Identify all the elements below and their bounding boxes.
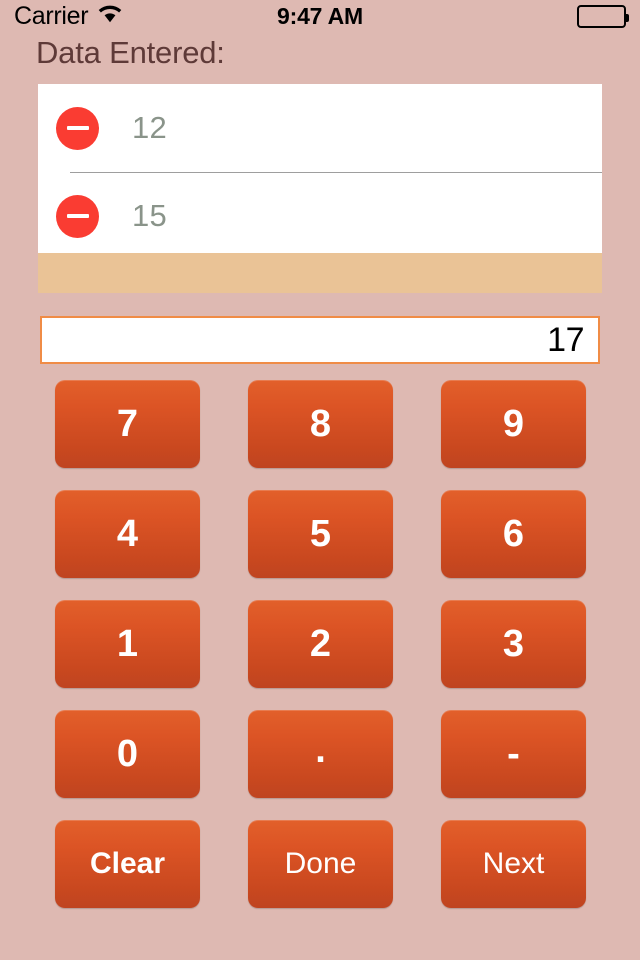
list-item-value: 15 — [132, 198, 168, 233]
list-item[interactable]: 12 — [38, 84, 602, 172]
battery-full-icon — [577, 4, 629, 28]
key-6[interactable]: 6 — [441, 490, 586, 578]
value-input-text: 17 — [547, 320, 584, 359]
minus-circle-icon[interactable] — [56, 194, 99, 238]
key-5[interactable]: 5 — [248, 490, 393, 578]
key-clear[interactable]: Clear — [55, 820, 200, 908]
key-8[interactable]: 8 — [248, 380, 393, 468]
key-2[interactable]: 2 — [248, 600, 393, 688]
list-item-value: 12 — [132, 110, 168, 145]
minus-bar — [66, 126, 89, 130]
value-input-field[interactable]: 17 — [40, 316, 600, 364]
key-7[interactable]: 7 — [55, 380, 200, 468]
key-next[interactable]: Next — [441, 820, 586, 908]
key-1[interactable]: 1 — [55, 600, 200, 688]
key-3[interactable]: 3 — [441, 600, 586, 688]
status-bar-right — [577, 4, 629, 28]
key-done[interactable]: Done — [248, 820, 393, 908]
key-4[interactable]: 4 — [55, 490, 200, 578]
keypad: 7 8 9 4 5 6 1 2 3 0 . - Clear Done Next — [55, 380, 586, 908]
status-bar: Carrier 9:47 AM — [0, 0, 640, 32]
minus-circle-icon[interactable] — [56, 106, 99, 150]
key-0[interactable]: 0 — [55, 710, 200, 798]
wifi-icon — [97, 4, 123, 28]
minus-bar — [66, 214, 89, 218]
page-title: Data Entered: — [36, 35, 225, 70]
list-item[interactable]: 15 — [38, 172, 602, 260]
carrier-label: Carrier — [14, 1, 89, 30]
key-9[interactable]: 9 — [441, 380, 586, 468]
list-footer — [38, 253, 602, 293]
status-bar-left: Carrier — [14, 1, 123, 30]
key-decimal[interactable]: . — [248, 710, 393, 798]
key-minus[interactable]: - — [441, 710, 586, 798]
